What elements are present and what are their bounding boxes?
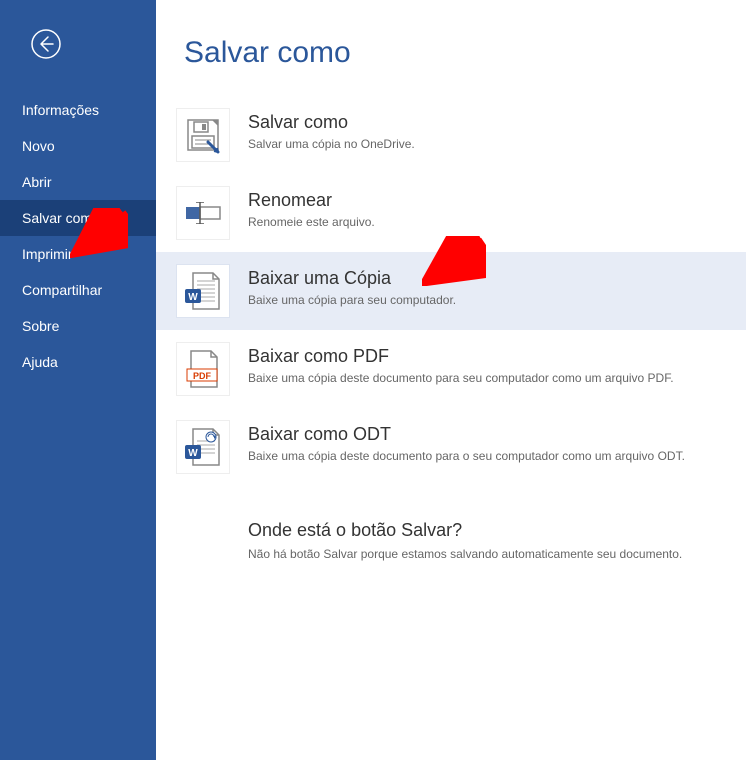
sidebar-item-label: Ajuda bbox=[22, 354, 58, 370]
sidebar-item-label: Compartilhar bbox=[22, 282, 102, 298]
sidebar: Informações Novo Abrir Salvar como Impri… bbox=[0, 0, 156, 760]
svg-text:W: W bbox=[188, 292, 198, 303]
option-text: Salvar como Salvar uma cópia no OneDrive… bbox=[248, 108, 415, 151]
sidebar-item-salvar-como[interactable]: Salvar como bbox=[0, 200, 156, 236]
sidebar-item-label: Imprimir bbox=[22, 246, 73, 262]
option-desc: Renomeie este arquivo. bbox=[248, 215, 375, 229]
option-title: Salvar como bbox=[248, 112, 415, 133]
sidebar-item-label: Salvar como bbox=[22, 210, 100, 226]
option-rename[interactable]: Renomear Renomeie este arquivo. bbox=[156, 174, 746, 252]
sidebar-item-label: Novo bbox=[22, 138, 55, 154]
rename-icon bbox=[176, 186, 230, 240]
download-pdf-icon: PDF bbox=[176, 342, 230, 396]
download-odt-icon: W bbox=[176, 420, 230, 474]
sidebar-item-label: Sobre bbox=[22, 318, 59, 334]
option-desc: Baixe uma cópia deste documento para seu… bbox=[248, 371, 674, 385]
svg-text:W: W bbox=[188, 448, 198, 459]
sidebar-item-label: Abrir bbox=[22, 174, 52, 190]
option-text: Baixar uma Cópia Baixe uma cópia para se… bbox=[248, 264, 456, 307]
sidebar-item-compartilhar[interactable]: Compartilhar bbox=[0, 272, 156, 308]
sidebar-item-novo[interactable]: Novo bbox=[0, 128, 156, 164]
option-download-copy[interactable]: W Baixar uma Cópia Baixe uma cópia para … bbox=[156, 252, 746, 330]
option-download-pdf[interactable]: PDF Baixar como PDF Baixe uma cópia dest… bbox=[156, 330, 746, 408]
footer-title: Onde está o botão Salvar? bbox=[248, 520, 726, 541]
footer-desc: Não há botão Salvar porque estamos salva… bbox=[248, 547, 726, 561]
footer-info: Onde está o botão Salvar? Não há botão S… bbox=[248, 520, 726, 561]
option-title: Baixar como ODT bbox=[248, 424, 685, 445]
option-download-odt[interactable]: W Baixar como ODT Baixe uma cópia deste … bbox=[156, 408, 746, 486]
sidebar-item-abrir[interactable]: Abrir bbox=[0, 164, 156, 200]
option-title: Baixar como PDF bbox=[248, 346, 674, 367]
sidebar-item-informacoes[interactable]: Informações bbox=[0, 92, 156, 128]
sidebar-item-sobre[interactable]: Sobre bbox=[0, 308, 156, 344]
option-title: Baixar uma Cópia bbox=[248, 268, 456, 289]
main-panel: Salvar como Salvar como Salvar uma cópia… bbox=[156, 0, 746, 760]
option-title: Renomear bbox=[248, 190, 375, 211]
back-arrow-icon bbox=[31, 29, 61, 59]
download-copy-icon: W bbox=[176, 264, 230, 318]
option-desc: Baixe uma cópia deste documento para o s… bbox=[248, 449, 685, 463]
svg-text:PDF: PDF bbox=[193, 371, 212, 381]
sidebar-item-imprimir[interactable]: Imprimir bbox=[0, 236, 156, 272]
back-button[interactable] bbox=[26, 24, 66, 64]
option-desc: Baixe uma cópia para seu computador. bbox=[248, 293, 456, 307]
page-title: Salvar como bbox=[184, 36, 746, 70]
option-text: Baixar como PDF Baixe uma cópia deste do… bbox=[248, 342, 674, 385]
save-as-icon bbox=[176, 108, 230, 162]
sidebar-item-ajuda[interactable]: Ajuda bbox=[0, 344, 156, 380]
option-save-as[interactable]: Salvar como Salvar uma cópia no OneDrive… bbox=[156, 96, 746, 174]
sidebar-item-label: Informações bbox=[22, 102, 99, 118]
option-text: Renomear Renomeie este arquivo. bbox=[248, 186, 375, 229]
option-desc: Salvar uma cópia no OneDrive. bbox=[248, 137, 415, 151]
option-text: Baixar como ODT Baixe uma cópia deste do… bbox=[248, 420, 685, 463]
